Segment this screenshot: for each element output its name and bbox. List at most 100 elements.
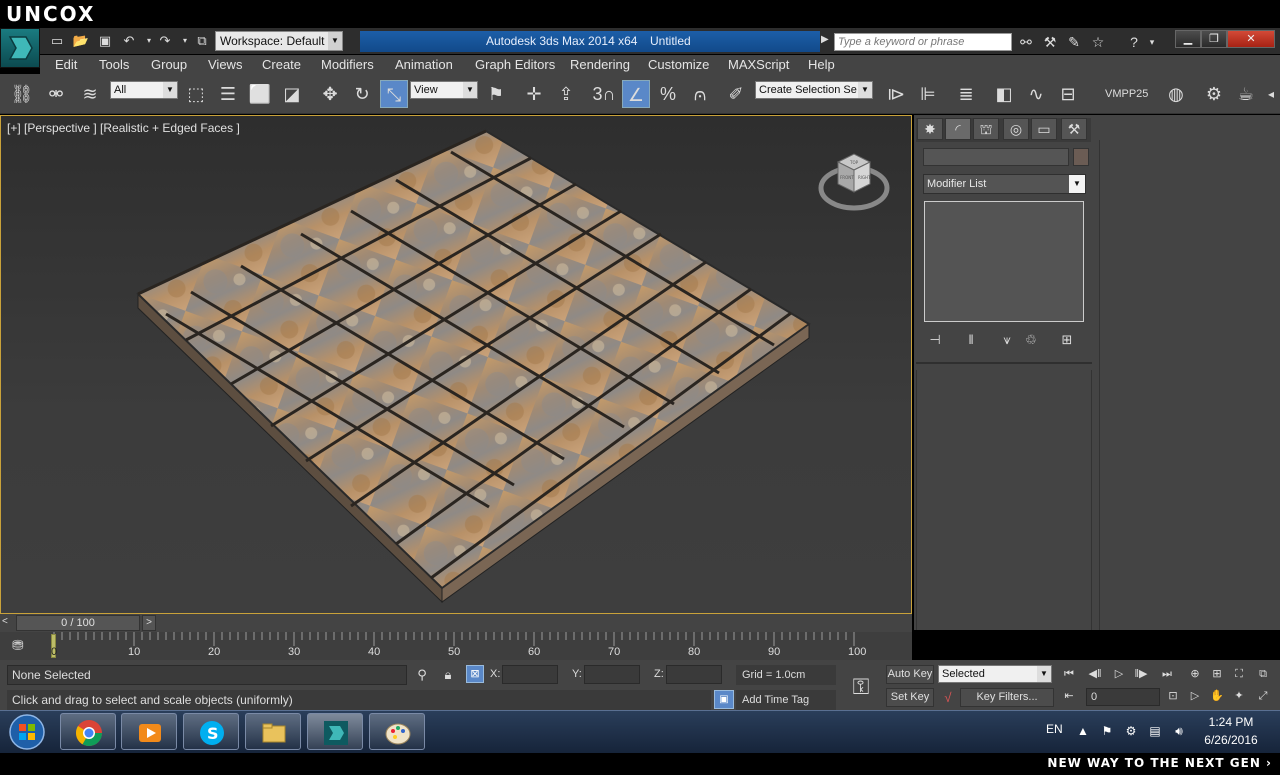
z-coordinate-field[interactable] (666, 665, 722, 684)
toolbar-overflow-icon[interactable]: ◂ (1262, 80, 1280, 108)
language-indicator[interactable]: EN (1046, 722, 1063, 736)
time-slider-handle[interactable]: 0 / 100 (16, 615, 140, 631)
taskbar-media-player[interactable] (121, 713, 177, 750)
graphite-toolbar-icon[interactable]: ◧ (990, 80, 1018, 108)
mirror-icon[interactable]: ⧐ (882, 80, 910, 108)
orbit-icon[interactable]: ✦ (1228, 686, 1250, 706)
modifier-stack[interactable] (924, 201, 1084, 322)
snaps-toggle-icon[interactable]: 3∩ (590, 80, 618, 108)
key-mode-toggle-icon[interactable]: ⇤ (1058, 686, 1080, 706)
expand-arrow-icon[interactable]: ▶ (821, 34, 829, 45)
remove-modifier-icon[interactable]: ♲ (1020, 330, 1042, 350)
object-color-swatch[interactable] (1073, 148, 1089, 166)
add-time-tag-button[interactable]: Add Time Tag (736, 690, 836, 710)
project-folder-icon[interactable]: ⧉ (193, 33, 211, 49)
display-tab-icon[interactable]: ▭ (1031, 118, 1057, 140)
subscription-icon[interactable]: ⚒ (1040, 33, 1060, 51)
angle-snap-icon[interactable]: ∠ (622, 80, 650, 108)
perspective-viewport[interactable]: [+] [Perspective ] [Realistic + Edged Fa… (0, 115, 912, 614)
maximize-viewport-icon[interactable]: ⤢ (1252, 686, 1274, 706)
auto-key-button[interactable]: Auto Key (886, 665, 934, 684)
modify-tab-icon[interactable]: ◜ (945, 118, 971, 140)
clock-date[interactable]: 6/26/2016 (1196, 733, 1266, 747)
menu-maxscript[interactable]: MAXScript (728, 57, 789, 72)
settings-gear-tray-icon[interactable]: ⚙ (1122, 722, 1140, 740)
named-selection-sets-dropdown[interactable]: Create Selection Se ▼ (755, 81, 873, 99)
help-dropdown-icon[interactable]: ▾ (1142, 33, 1162, 51)
zoom-extents-all-icon[interactable]: ⧉ (1252, 664, 1274, 684)
taskbar-3dsmax[interactable] (307, 713, 363, 750)
set-keys-icon[interactable]: ⚿ (841, 665, 881, 709)
spinner-snap-icon[interactable]: ⩀ (686, 80, 714, 108)
pivot-center-icon[interactable]: ⚑ (482, 80, 510, 108)
action-center-flag-icon[interactable]: ⚑ (1098, 722, 1116, 740)
app-menu-button[interactable] (0, 28, 40, 68)
zoom-all-icon[interactable]: ⊞ (1206, 664, 1228, 684)
window-crossing-icon[interactable]: ◪ (278, 80, 306, 108)
configure-modifier-sets-icon[interactable]: ⊞ (1056, 330, 1078, 350)
absolute-mode-toggle-icon[interactable]: ⊠ (466, 665, 484, 683)
viewcube[interactable]: FRONT RIGHT TOP (818, 148, 890, 214)
menu-views[interactable]: Views (208, 57, 242, 72)
show-end-result-icon[interactable]: ‖ (960, 330, 982, 350)
key-filter-selection-dropdown[interactable]: Selected ▼ (938, 665, 1052, 683)
object-name-field[interactable] (923, 148, 1069, 166)
next-frame-icon[interactable]: > (142, 615, 156, 631)
undo-icon[interactable]: ↶ (120, 33, 138, 49)
bind-to-space-warp-icon[interactable]: ≋ (76, 80, 104, 108)
menu-modifiers[interactable]: Modifiers (321, 57, 374, 72)
default-in-out-tangents-icon[interactable]: √ (938, 688, 958, 708)
save-icon[interactable]: ▣ (96, 33, 114, 49)
material-editor-icon[interactable]: ◍ (1162, 80, 1190, 108)
menu-help[interactable]: Help (808, 57, 835, 72)
zoom-icon[interactable]: ⊕ (1184, 664, 1206, 684)
align-icon[interactable]: ⊫ (914, 80, 942, 108)
taskbar-paint[interactable] (369, 713, 425, 750)
previous-frame-icon[interactable]: < (2, 616, 16, 630)
show-hidden-icons-icon[interactable]: ▲ (1074, 722, 1092, 740)
menu-graph-editors[interactable]: Graph Editors (475, 57, 555, 72)
menu-animation[interactable]: Animation (395, 57, 453, 72)
lock-selection-icon[interactable]: 🔒︎ (438, 665, 458, 685)
modifier-list-dropdown[interactable]: Modifier List ▼ (923, 174, 1086, 194)
select-by-name-icon[interactable]: ☰ (214, 80, 242, 108)
menu-rendering[interactable]: Rendering (570, 57, 630, 72)
menu-create[interactable]: Create (262, 57, 301, 72)
help-icon[interactable]: ? (1124, 33, 1144, 51)
close-button[interactable]: ✕ (1227, 30, 1275, 48)
next-key-icon[interactable]: ‖▶ (1130, 664, 1152, 684)
pin-stack-icon[interactable]: ⊣ (924, 330, 946, 350)
play-icon[interactable]: ▷ (1108, 664, 1130, 684)
layer-manager-icon[interactable]: ≣ (952, 80, 980, 108)
menu-edit[interactable]: Edit (55, 57, 77, 72)
start-button[interactable] (3, 712, 51, 752)
utilities-tab-icon[interactable]: ⚒ (1061, 118, 1087, 140)
select-manipulate-icon[interactable]: ✛ (520, 80, 548, 108)
volume-icon[interactable]: 🔊︎ (1170, 722, 1188, 740)
keyboard-shortcut-override-icon[interactable]: ⇪ (552, 80, 580, 108)
taskbar-file-explorer[interactable] (245, 713, 301, 750)
key-filters-button[interactable]: Key Filters... (960, 688, 1054, 707)
time-configuration-icon[interactable]: ⊡ (1162, 686, 1184, 706)
y-coordinate-field[interactable] (584, 665, 640, 684)
create-tab-icon[interactable]: ✸ (917, 118, 943, 140)
isolate-selection-icon[interactable]: ⚲ (412, 665, 432, 685)
keyword-search-input[interactable]: Type a keyword or phrase (834, 33, 1012, 51)
reference-coordinate-dropdown[interactable]: View ▼ (410, 81, 478, 99)
clock-time[interactable]: 1:24 PM (1196, 715, 1266, 729)
select-and-rotate-icon[interactable]: ↻ (348, 80, 376, 108)
open-mini-curve-editor-icon[interactable]: ⛃ (12, 637, 24, 654)
schematic-view-icon[interactable]: ⊟ (1054, 80, 1082, 108)
render-teapot-icon[interactable]: ☕ (1232, 80, 1260, 108)
favorites-star-icon[interactable]: ☆ (1088, 33, 1108, 51)
select-object-icon[interactable]: ⬚ (182, 80, 210, 108)
time-tag-toggle-icon[interactable]: ▣ (714, 690, 734, 709)
menu-group[interactable]: Group (151, 57, 187, 72)
communication-center-icon[interactable]: ✎ (1064, 33, 1084, 51)
redo-icon[interactable]: ↷ (156, 33, 174, 49)
rectangular-selection-icon[interactable]: ⬜ (246, 80, 274, 108)
zoom-extents-icon[interactable]: ⛶ (1228, 664, 1250, 684)
previous-key-icon[interactable]: ◀‖ (1084, 664, 1106, 684)
binoculars-icon[interactable]: ⚯ (1016, 33, 1036, 51)
pan-view-icon[interactable]: ✋ (1206, 686, 1228, 706)
